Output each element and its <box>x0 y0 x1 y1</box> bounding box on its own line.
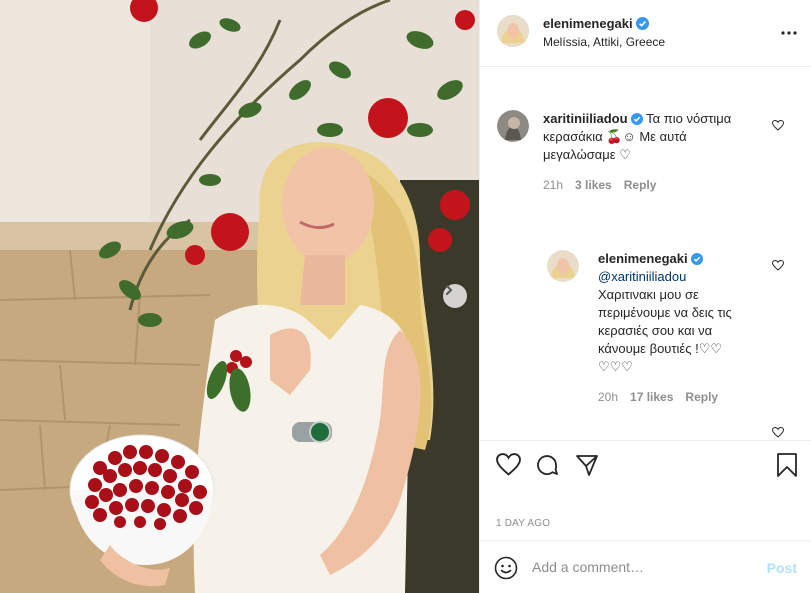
comment-1-username[interactable]: xaritiniiliadou <box>543 111 628 126</box>
comment-1-likes[interactable]: 3 likes <box>575 178 612 192</box>
comment-1-text-line: μεγαλώσαμε ♡ <box>543 147 631 162</box>
comment-2-age[interactable]: 20h <box>598 390 618 404</box>
comment-input[interactable] <box>532 555 752 579</box>
like-icon <box>496 453 521 476</box>
emoji-icon <box>494 556 518 580</box>
reply-avatar-image <box>547 250 579 282</box>
comment-1-text-line: κερασάκια 🍒☺ Με αυτά <box>543 129 687 144</box>
comment-1-reply-button[interactable]: Reply <box>624 178 657 192</box>
verified-badge-icon <box>635 17 649 30</box>
post-sidebar: elenimenegaki Melíssia, Attiki, Greece x… <box>479 0 811 593</box>
post-photo[interactable] <box>0 0 479 593</box>
next-photo-button[interactable] <box>443 284 467 308</box>
comment-2-text-line: ♡♡♡ <box>598 359 633 374</box>
header-username[interactable]: elenimenegaki <box>543 16 633 31</box>
like-icon <box>771 426 785 438</box>
comment-1-meta: 21h 3 likes Reply <box>543 178 668 192</box>
verified-badge-icon <box>690 253 703 265</box>
comment-button[interactable] <box>535 453 559 482</box>
post-button[interactable]: Post <box>767 560 797 576</box>
instagram-post: elenimenegaki Melíssia, Attiki, Greece x… <box>0 0 811 593</box>
post-time-ago[interactable]: 1 DAY AGO <box>496 518 550 529</box>
post-header: elenimenegaki Melíssia, Attiki, Greece <box>480 0 811 67</box>
like-icon <box>771 119 785 131</box>
comment-2: elenimenegaki @xaritiniiliadou Χαριτινακ… <box>598 250 778 376</box>
header-user: elenimenegaki <box>543 15 649 33</box>
comment-icon <box>537 455 558 475</box>
comment-2-text-line: Χαριτινακι μου σε <box>598 287 699 302</box>
comment-1-like-button[interactable] <box>771 118 785 136</box>
avatar-image <box>497 15 529 47</box>
comments-list[interactable]: xaritiniiliadou Τα πιο νόστιμα κερασάκια… <box>480 68 811 440</box>
comment-avatar[interactable] <box>497 110 529 142</box>
comment-2-username[interactable]: elenimenegaki <box>598 251 688 266</box>
photo-illustration <box>0 0 479 593</box>
more-options-icon <box>781 31 797 35</box>
comment-3-like-button[interactable] <box>771 425 785 440</box>
save-icon <box>777 453 797 477</box>
save-button[interactable] <box>776 453 798 482</box>
comment-2-likes[interactable]: 17 likes <box>630 390 673 404</box>
action-bar <box>480 440 811 500</box>
emoji-button[interactable] <box>494 556 518 585</box>
like-icon <box>771 259 785 271</box>
comment-2-reply-button[interactable]: Reply <box>685 390 718 404</box>
comment-avatar-image <box>497 110 529 142</box>
comment-2-text-line: κερασιές σου και να <box>598 323 713 338</box>
comment-1: xaritiniiliadou Τα πιο νόστιμα κερασάκια… <box>543 110 771 164</box>
comment-2-mention-link[interactable]: @xaritiniiliadou <box>598 268 778 286</box>
next-icon <box>446 285 453 295</box>
comment-1-text-line: Τα πιο νόστιμα <box>646 111 732 126</box>
like-button[interactable] <box>496 453 521 481</box>
comment-2-text-line: κάνουμε βουτιές !♡♡ <box>598 341 723 356</box>
comment-2-like-button[interactable] <box>771 258 785 276</box>
header-location[interactable]: Melíssia, Attiki, Greece <box>543 35 665 49</box>
add-comment-bar: Post <box>480 540 811 593</box>
avatar[interactable] <box>497 15 529 47</box>
comment-1-age[interactable]: 21h <box>543 178 563 192</box>
share-button[interactable] <box>575 453 599 482</box>
verified-badge-icon <box>630 113 643 125</box>
comment-2-text-line: περιμένουμε να δεις τις <box>598 305 732 320</box>
more-options-button[interactable] <box>781 22 797 40</box>
reply-avatar[interactable] <box>547 250 579 282</box>
comment-2-meta: 20h 17 likes Reply <box>598 390 730 404</box>
share-icon <box>576 455 598 476</box>
